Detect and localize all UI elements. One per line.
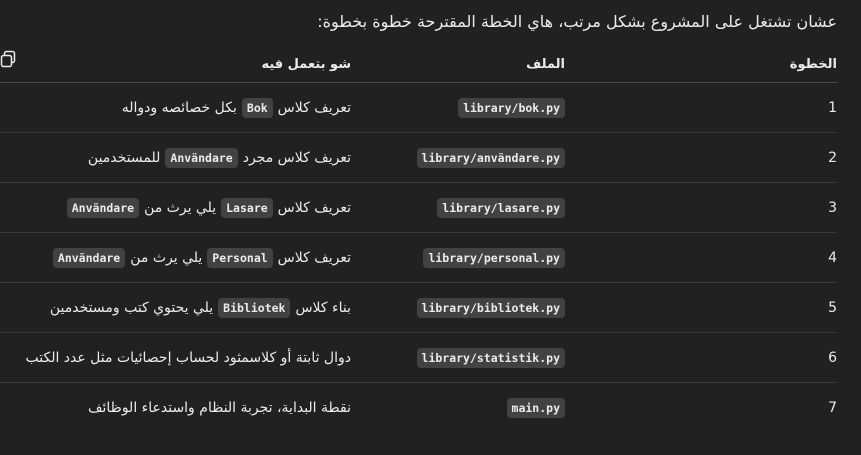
description-text: تعريف كلاس [277,199,351,216]
class-name-code: Personal [207,247,273,268]
parent-class-code: Användare [52,247,126,268]
file-path-code: library/användare.py [416,147,565,168]
intro-text: عشان تشتغل على المشروع بشكل مرتب، هاي ال… [317,12,837,31]
description: تعريف كلاس Personal يلي يرث من Användare [52,247,351,268]
step-cell: 5 [677,283,837,332]
step-cell: 2 [677,133,837,182]
file-path-code: library/statistik.py [416,347,565,368]
desc-cell: تعريف كلاس Personal يلي يرث من Användare [0,233,351,282]
class-name-code: Bibliotek [218,297,291,318]
table-row: 7 main.py نقطة البداية، تجربة النظام واستد… [0,383,837,432]
description-text: بكل خصائصه ودواله [121,99,237,116]
class-name-code: Bok [241,97,273,118]
step-cell: 6 [677,333,837,382]
description: تعريف كلاس Lasare يلي يرث من Användare [66,197,351,218]
file-path-code: library/bibliotek.py [416,297,565,318]
description-text: للمستخدمين [87,149,161,166]
description-text: يلي يرث من [144,199,217,216]
chat-response: عشان تشتغل على المشروع بشكل مرتب، هاي ال… [0,0,861,455]
description: تعريف كلاس Bok بكل خصائصه ودواله [121,97,351,118]
desc-cell: تعريف كلاس Lasare يلي يرث من Användare [0,183,351,232]
header-desc: شو بتعمل فيه [261,56,351,72]
description: نقطة البداية، تجربة النظام واستدعاء الوظ… [88,400,351,416]
desc-cell: دوال ثابتة أو كلاسمثود لحساب إحصائيات مث… [0,333,351,382]
class-name-code: Lasare [221,197,273,218]
step-cell: 7 [677,383,837,432]
file-path-code: main.py [506,397,565,418]
step-number: 2 [828,149,837,166]
desc-cell: بناء كلاس Bibliotek يلي يحتوي كتب ومستخدمي… [0,283,351,332]
description: تعريف كلاس مجرد Användare للمستخدمين [87,147,351,168]
file-path-code: library/personal.py [423,247,565,268]
table-row: 3 library/lasare.py تعريف كلاس Lasare يلي ير… [0,183,837,233]
desc-cell: تعريف كلاس Bok بكل خصائصه ودواله [0,83,351,132]
plan-table: الخطوة الملف شو بتعمل فيه 1 library/bok.p… [0,46,837,432]
step-number: 6 [828,349,837,366]
step-number: 3 [828,199,837,216]
description: بناء كلاس Bibliotek يلي يحتوي كتب ومستخدمي… [49,297,351,318]
step-number: 1 [828,99,837,116]
description-text: تعريف كلاس [277,249,351,266]
step-cell: 1 [677,83,837,132]
step-number: 5 [828,299,837,316]
table-row: 2 library/användare.py تعريف كلاس مجرد Anvä… [0,133,837,183]
table-row: 1 library/bok.py تعريف كلاس Bok بكل خصائصه و… [0,83,837,133]
description-text: تعريف كلاس مجرد [242,149,351,166]
description: دوال ثابتة أو كلاسمثود لحساب إحصائيات مث… [25,350,351,366]
table-header-row: الخطوة الملف شو بتعمل فيه [0,46,837,83]
description-text: دوال ثابتة أو كلاسمثود لحساب إحصائيات مث… [25,349,351,366]
file-path-code: library/bok.py [458,97,565,118]
description-text: بناء كلاس [295,299,351,316]
class-name-code: Användare [165,147,238,168]
parent-class-code: Användare [66,197,140,218]
table-row: 4 library/personal.py تعريف كلاس Personal يل… [0,233,837,283]
step-number: 4 [828,249,837,266]
description-text: تعريف كلاس [277,99,351,116]
file-path-code: library/lasare.py [437,197,565,218]
step-cell: 4 [677,233,837,282]
header-step: الخطوة [789,56,837,72]
step-cell: 3 [677,183,837,232]
table-row: 6 library/statistik.py دوال ثابتة أو كلاسم… [0,333,837,383]
description-text: يلي يحتوي كتب ومستخدمين [49,299,214,316]
description-text: يلي يرث من [130,249,203,266]
desc-cell: نقطة البداية، تجربة النظام واستدعاء الوظ… [0,383,351,432]
description-text: نقطة البداية، تجربة النظام واستدعاء الوظ… [88,399,351,416]
desc-cell: تعريف كلاس مجرد Användare للمستخدمين [0,133,351,182]
step-number: 7 [828,399,837,416]
table-row: 5 library/bibliotek.py بناء كلاس Bibliotek ي… [0,283,837,333]
